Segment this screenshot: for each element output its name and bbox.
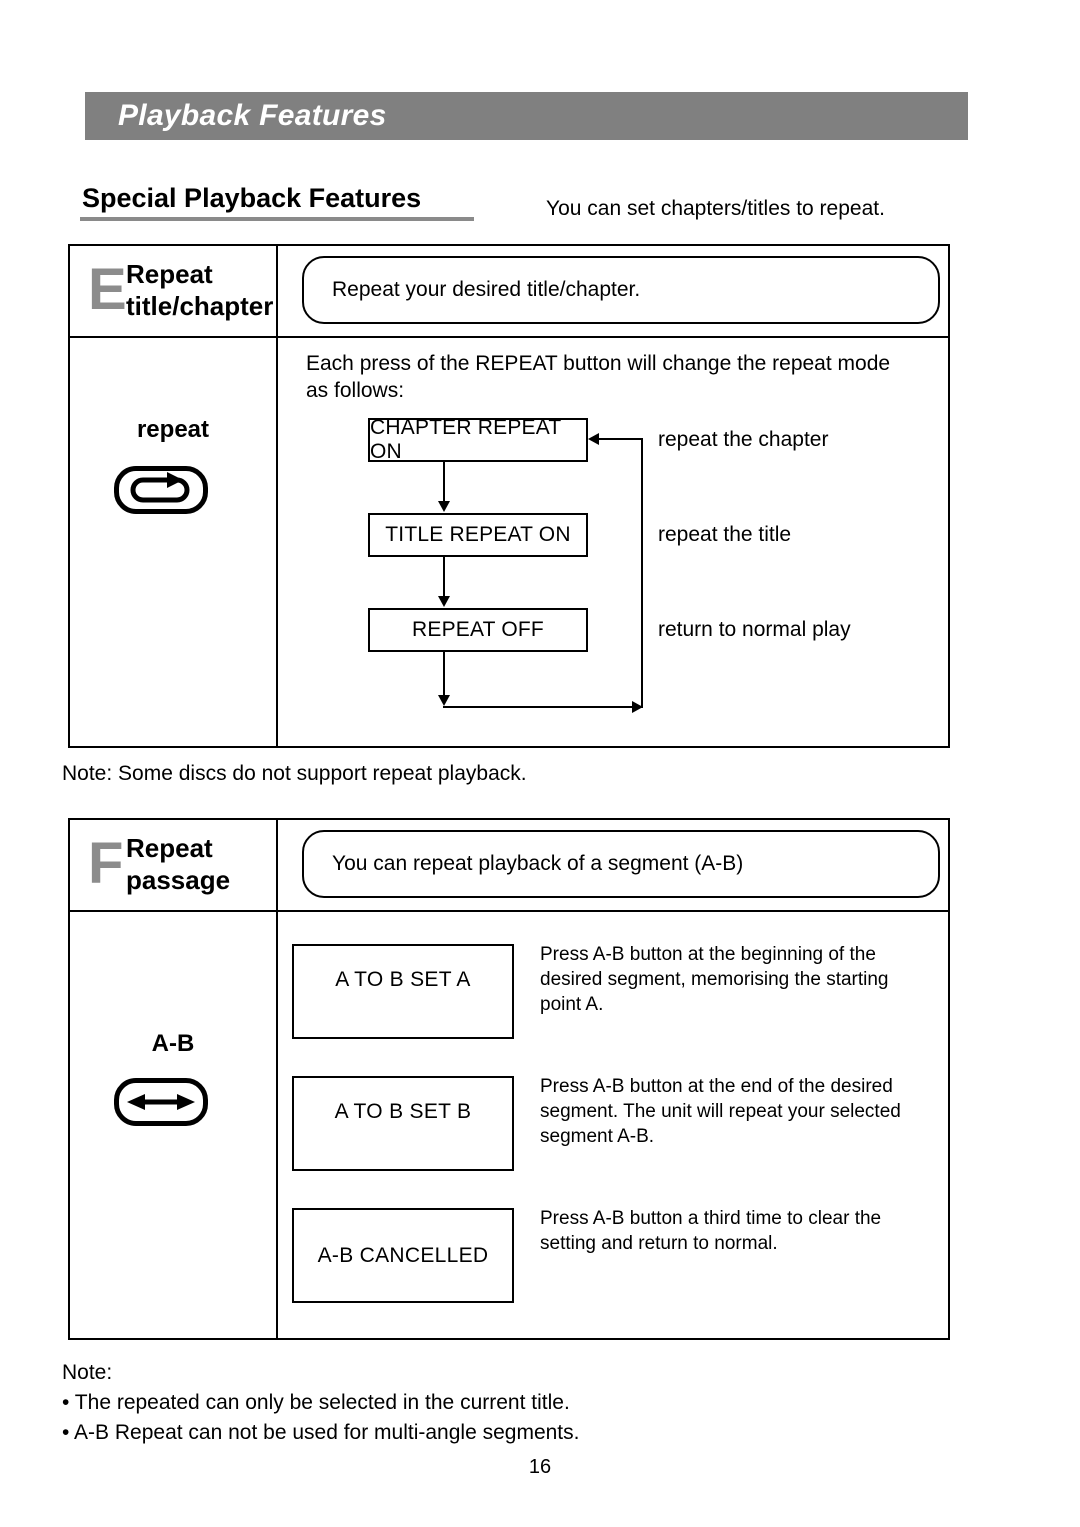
mid-note-text: Note: Some discs do not support repeat p… (62, 762, 527, 785)
repeat-loop-icon (114, 466, 208, 514)
flow-intro-line2: as follows: (306, 379, 405, 402)
page-number: 16 (528, 1456, 552, 1478)
feature-f-callout-text: You can repeat playback of a segment (A-… (332, 852, 744, 875)
footer-note-title: Note: (62, 1361, 113, 1384)
flow-arrow-3 (438, 695, 450, 706)
feature-e-header-row: E Repeat title/chapter Repeat your desir… (70, 246, 948, 338)
footer-note-bullet-1: • The repeated can only be selected in t… (62, 1391, 570, 1414)
flow-box-chapter-repeat-on: CHAPTER REPEAT ON (368, 416, 588, 463)
repeat-key-label: repeat (136, 416, 210, 443)
ab-key-label: A-B (151, 1030, 195, 1057)
step-desc-set-a-line3: point A. (540, 994, 604, 1015)
step-box-set-b-text: A TO B SET B (334, 1100, 472, 1123)
step-desc-set-b-line1: Press A-B button at the end of the desir… (540, 1076, 893, 1097)
feature-e-body-row: repeat Each press of the REPEAT button w… (70, 338, 948, 746)
step-box-cancelled-text: A-B CANCELLED (317, 1244, 489, 1267)
flow-connector-2 (443, 557, 445, 597)
flow-intro-text: Each press of the REPEAT button will cha… (306, 350, 946, 404)
feature-e-label-cell: E Repeat title/chapter (70, 246, 278, 336)
step-desc-set-b-line3: segment A-B. (540, 1126, 655, 1147)
feature-f-title-line2: passage (126, 865, 231, 895)
step-desc-cancelled-line1: Press A-B button a third time to clear t… (540, 1208, 882, 1229)
flow-box-repeat-off: REPEAT OFF (368, 608, 588, 652)
feature-f-title: Repeat passage (126, 832, 230, 896)
flow-connector-1 (443, 462, 445, 502)
flow-return-bottom (443, 706, 643, 708)
footer-note-bullet-2: • A-B Repeat can not be used for multi-a… (62, 1421, 580, 1444)
step-desc-set-b-line2: segment. The unit will repeat your selec… (540, 1101, 901, 1122)
section-heading: Special Playback Features (82, 183, 422, 213)
feature-table-repeat-title-chapter: E Repeat title/chapter Repeat your desir… (68, 244, 950, 748)
feature-table-repeat-passage: F Repeat passage You can repeat playback… (68, 818, 950, 1340)
feature-letter-f: F (88, 831, 124, 896)
flow-return-vertical (641, 438, 643, 708)
feature-e-key-cell: repeat (70, 338, 278, 746)
step-box-set-a: A TO B SET A (292, 944, 514, 1039)
footer-note: Note: • The repeated can only be selecte… (62, 1358, 579, 1448)
feature-f-body-row: A-B A TO B SET A Press A-B button at the… (70, 912, 948, 1338)
feature-e-title: Repeat title/chapter (126, 258, 273, 322)
flow-label-repeat-chapter: repeat the chapter (658, 428, 829, 451)
double-arrow-icon (114, 1078, 208, 1126)
section-intro-text: You can set chapters/titles to repeat. (546, 197, 885, 220)
manual-page: Playback Features Special Playback Featu… (0, 0, 1080, 1527)
feature-letter-e: E (88, 257, 127, 322)
feature-f-label-cell: F Repeat passage (70, 820, 278, 910)
flow-box-title-repeat-on: TITLE REPEAT ON (368, 513, 588, 557)
section-heading-rule (80, 217, 474, 221)
page-header-title: Playback Features (118, 99, 387, 132)
step-box-set-b: A TO B SET B (292, 1076, 514, 1171)
feature-f-title-line1: Repeat (126, 833, 213, 863)
step-desc-set-a-line1: Press A-B button at the beginning of the (540, 944, 876, 965)
step-desc-cancelled-line2: setting and return to normal. (540, 1233, 778, 1254)
step-desc-set-b: Press A-B button at the end of the desir… (540, 1074, 940, 1149)
flow-intro-line1: Each press of the REPEAT button will cha… (306, 352, 891, 375)
feature-e-title-line2: title/chapter (126, 291, 274, 321)
flow-label-repeat-title: repeat the title (658, 523, 792, 546)
feature-f-header-row: F Repeat passage You can repeat playback… (70, 820, 948, 912)
flow-arrow-return-left (588, 433, 599, 445)
flow-return-top (594, 438, 643, 440)
flow-arrow-1 (438, 501, 450, 512)
flow-arrow-2 (438, 596, 450, 607)
feature-f-callout: You can repeat playback of a segment (A-… (302, 830, 940, 898)
step-box-cancelled: A-B CANCELLED (292, 1208, 514, 1303)
step-desc-set-a: Press A-B button at the beginning of the… (540, 942, 940, 1017)
feature-e-title-line1: Repeat (126, 259, 213, 289)
flow-label-return-normal: return to normal play (658, 618, 851, 641)
step-desc-set-a-line2: desired segment, memorising the starting (540, 969, 889, 990)
step-desc-cancelled: Press A-B button a third time to clear t… (540, 1206, 940, 1256)
feature-e-callout-text: Repeat your desired title/chapter. (332, 278, 641, 301)
feature-f-key-cell: A-B (70, 912, 278, 1338)
step-box-set-a-text: A TO B SET A (335, 968, 471, 991)
feature-e-callout: Repeat your desired title/chapter. (302, 256, 940, 324)
